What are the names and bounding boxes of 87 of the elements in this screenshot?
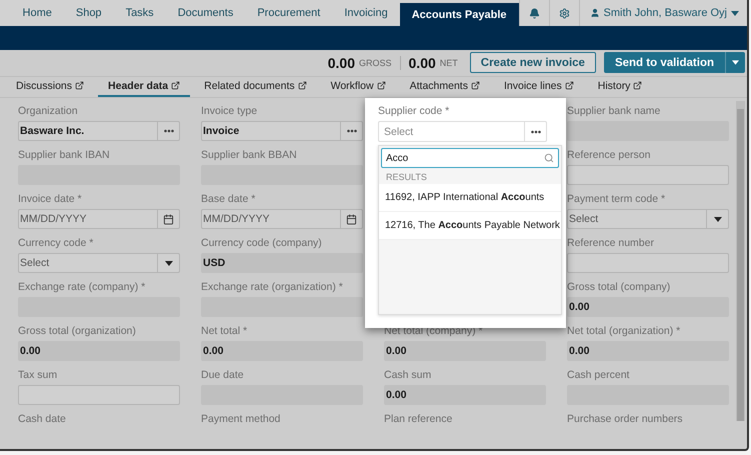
nav-tab[interactable]: Procurement	[245, 0, 332, 26]
select-field[interactable]: Select	[18, 253, 180, 274]
field-label: Cash sum	[384, 368, 432, 384]
field-label: Invoice type	[201, 104, 258, 120]
tab[interactable]: Attachments	[410, 76, 480, 98]
select-field[interactable]: Select	[378, 121, 547, 142]
net-amount: 0.00	[408, 54, 436, 71]
field-label: Net total *	[201, 324, 248, 340]
field-label: Net total (organization) *	[567, 324, 682, 340]
result-item[interactable]: 11692, IAPP International Accounts	[379, 184, 561, 212]
readonly-field: 0.00	[384, 341, 546, 362]
tab[interactable]: Discussions	[16, 76, 84, 98]
nav-tab[interactable]: Invoicing	[332, 0, 400, 26]
external-link-icon	[75, 81, 84, 90]
tab[interactable]: History	[598, 76, 642, 98]
nav-tab[interactable]: Documents	[166, 0, 246, 26]
tab[interactable]: Related documents	[204, 76, 307, 98]
field-label: Payment method	[201, 412, 282, 428]
tab[interactable]: Workflow	[330, 76, 386, 98]
gross-amount: 0.00	[328, 54, 355, 71]
field-label: Cash percent	[567, 368, 630, 384]
readonly-field: USD	[201, 253, 363, 274]
external-link-icon	[376, 81, 386, 90]
nav-tab[interactable]: Accounts Payable	[400, 3, 518, 26]
readonly-field: 0.00	[201, 341, 363, 362]
external-link-icon	[470, 81, 480, 90]
input-field[interactable]	[18, 385, 180, 406]
search-icon	[544, 153, 554, 164]
date-field[interactable]: MM/DD/YYYY	[201, 209, 363, 230]
caret-icon	[732, 60, 739, 66]
field-label: Reference number	[567, 236, 655, 252]
input-field[interactable]	[567, 253, 729, 274]
field-label: Supplier bank name	[567, 104, 662, 120]
readonly-field: 0.00	[384, 385, 546, 406]
field-label: Organization	[18, 104, 79, 120]
search-field[interactable]: Acco	[381, 148, 559, 168]
net-label: NET	[440, 58, 458, 68]
select-field[interactable]: Select	[567, 209, 729, 230]
field-label: Due date	[201, 368, 245, 384]
field-label: Exchange rate (company) *	[18, 280, 146, 296]
field-label: Supplier bank BBAN	[201, 148, 298, 164]
external-link-icon	[171, 81, 180, 90]
external-link-icon	[298, 81, 307, 90]
field-label: Cash date	[18, 412, 67, 428]
caret-icon	[164, 260, 172, 266]
lookup-field[interactable]: Basware Inc.	[18, 121, 180, 142]
result-item[interactable]: 12716, The Accounts Payable Network	[379, 212, 561, 240]
user-icon	[590, 8, 600, 18]
readonly-field: 0.00	[18, 341, 180, 362]
caret-icon	[714, 216, 722, 222]
field-label: Base date *	[201, 192, 256, 208]
field-label: Gross total (company)	[567, 280, 672, 296]
calendar-icon	[163, 214, 174, 225]
bell-icon	[528, 8, 540, 19]
nav-tab[interactable]: Shop	[64, 0, 114, 26]
field-label: Gross total (organization)	[18, 324, 137, 340]
date-field[interactable]: MM/DD/YYYY	[18, 209, 180, 230]
create-invoice-button[interactable]: Create new invoice	[470, 52, 596, 74]
calendar-icon	[346, 214, 357, 225]
field-label: Tax sum	[18, 368, 58, 384]
field-label: Currency code (company)	[201, 236, 323, 252]
readonly-field: 0.00	[567, 297, 729, 318]
field-label: Invoice date *	[18, 192, 83, 208]
field-label: Supplier code *	[378, 104, 450, 120]
field-label: Plan reference	[384, 412, 454, 428]
more-actions-button[interactable]	[725, 52, 745, 74]
tab[interactable]: Header data	[98, 76, 190, 98]
nav-tab[interactable]: Home	[10, 0, 64, 26]
external-link-icon	[564, 81, 574, 90]
field-label: Exchange rate (organization) *	[201, 280, 344, 296]
send-to-validation-button[interactable]: Send to validation	[604, 52, 725, 74]
caret-icon	[731, 10, 739, 16]
gross-label: GROSS	[359, 58, 392, 68]
external-link-icon	[633, 81, 642, 90]
readonly-field: 0.00	[567, 341, 729, 362]
field-label: Reference person	[567, 148, 652, 164]
field-label: Currency code *	[18, 236, 94, 252]
lookup-field[interactable]: Invoice	[201, 121, 363, 142]
results-heading: RESULTS	[385, 171, 428, 184]
field-label: Purchase order numbers	[567, 412, 684, 428]
input-field[interactable]	[567, 165, 729, 186]
field-label: Payment term code *	[567, 192, 666, 208]
settings-icon	[558, 8, 570, 19]
tab[interactable]: Invoice lines	[504, 76, 574, 98]
scrollbar[interactable]	[736, 101, 745, 422]
nav-tab[interactable]: Tasks	[114, 0, 166, 26]
field-label: Supplier bank IBAN	[18, 148, 111, 164]
